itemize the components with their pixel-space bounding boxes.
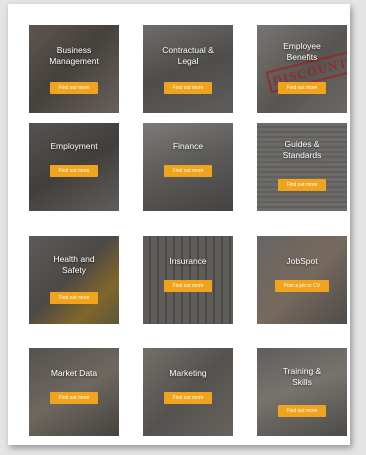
tile-title: Employee Benefits	[283, 41, 321, 62]
tile-jobspot[interactable]: JobSpot Post a job or CV	[257, 236, 347, 324]
find-out-more-button[interactable]: Find out more	[164, 392, 212, 404]
tile-training-skills[interactable]: Training & Skills Find out more	[257, 348, 347, 436]
services-card: Business Management Find out more Contra…	[8, 4, 350, 445]
tile-finance[interactable]: Finance Find out more	[143, 123, 233, 211]
find-out-more-button[interactable]: Find out more	[164, 82, 212, 94]
find-out-more-button[interactable]: Find out more	[164, 280, 212, 292]
find-out-more-button[interactable]: Find out more	[278, 179, 326, 191]
tile-title: Employment	[50, 141, 98, 151]
tile-title: Marketing	[169, 368, 207, 378]
find-out-more-button[interactable]: Find out more	[50, 392, 98, 404]
tile-title: JobSpot	[286, 256, 318, 266]
post-a-job-button[interactable]: Post a job or CV	[275, 280, 329, 292]
find-out-more-button[interactable]: Find out more	[164, 165, 212, 177]
find-out-more-button[interactable]: Find out more	[50, 82, 98, 94]
tile-employment[interactable]: Employment Find out more	[29, 123, 119, 211]
tile-title: Training & Skills	[282, 366, 322, 387]
tile-marketing[interactable]: Marketing Find out more	[143, 348, 233, 436]
tile-title: Health and Safety	[53, 254, 95, 275]
tile-health-safety[interactable]: Health and Safety Find out more	[29, 236, 119, 324]
tile-business-management[interactable]: Business Management Find out more	[29, 25, 119, 113]
tile-title: Finance	[172, 141, 204, 151]
find-out-more-button[interactable]: Find out more	[50, 292, 98, 304]
find-out-more-button[interactable]: Find out more	[50, 165, 98, 177]
tile-insurance[interactable]: Insurance Find out more	[143, 236, 233, 324]
tile-contractual-legal[interactable]: Contractual & Legal Find out more	[143, 25, 233, 113]
tile-title: Market Data	[50, 368, 98, 378]
tile-title: Guides & Standards	[282, 139, 322, 160]
tile-title: Contractual & Legal	[162, 45, 214, 66]
find-out-more-button[interactable]: Find out more	[278, 82, 326, 94]
tile-title: Business Management	[49, 45, 99, 66]
tile-market-data[interactable]: Market Data Find out more	[29, 348, 119, 436]
tile-employee-benefits[interactable]: DISCOUNT Employee Benefits Find out more	[257, 25, 347, 113]
find-out-more-button[interactable]: Find out more	[278, 405, 326, 417]
tile-guides-standards[interactable]: Guides & Standards Find out more	[257, 123, 347, 211]
tile-title: Insurance	[169, 256, 207, 266]
